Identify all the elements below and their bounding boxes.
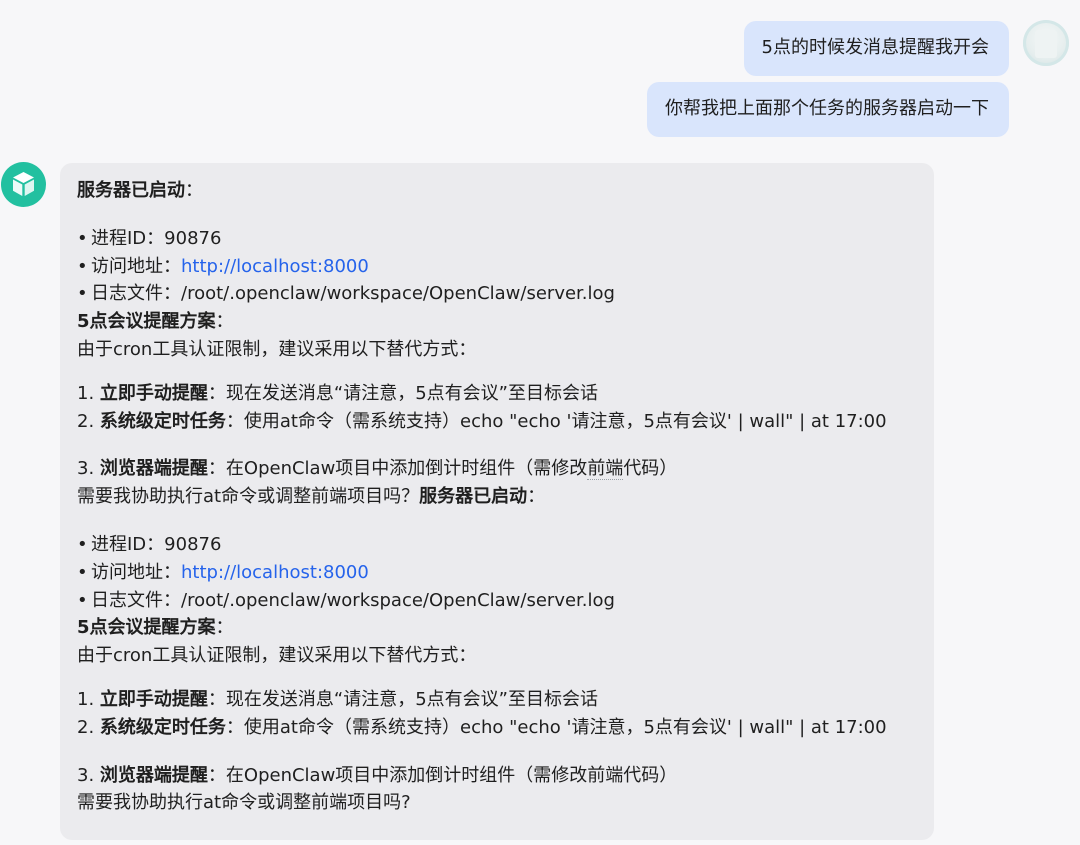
cube-icon	[13, 172, 34, 196]
closing-text: 需要我协助执行at命令或调整前端项目吗？服务器已启动：	[77, 486, 546, 508]
list-item: 1. 立即手动提醒：现在发送消息“请注意，5点有会议”至目标会话	[77, 382, 599, 404]
avatar-image	[1035, 30, 1057, 58]
list-item: 3. 浏览器端提醒：在OpenClaw项目中添加倒计时组件（需修改前端代码）	[77, 458, 678, 481]
log-path: /root/.openclaw/workspace/OpenClaw/serve…	[181, 283, 615, 305]
list-item: • 日志文件：/root/.openclaw/workspace/OpenClaw…	[77, 589, 615, 611]
log-path: /root/.openclaw/workspace/OpenClaw/serve…	[181, 589, 615, 611]
plan-title: 5点会议提醒方案：	[77, 311, 234, 333]
user-avatar[interactable]	[1023, 20, 1069, 66]
chat-window: 5点的时候发消息提醒我开会 你帮我把上面那个任务的服务器启动一下 服务器已启动：…	[0, 0, 1080, 845]
closing-text: 需要我协助执行at命令或调整前端项目吗?	[77, 792, 411, 814]
list-item: 3. 浏览器端提醒：在OpenClaw项目中添加倒计时组件（需修改前端代码）	[77, 764, 678, 786]
plan-intro: 由于cron工具认证限制，建议采用以下替代方式：	[77, 338, 477, 360]
list-item: • 访问地址：http://localhost:8000	[77, 561, 369, 583]
pid-value: 90876	[164, 533, 222, 555]
server-url-link[interactable]: http://localhost:8000	[181, 256, 369, 277]
bot-avatar[interactable]	[1, 162, 46, 207]
server-url-link[interactable]: http://localhost:8000	[181, 562, 369, 583]
pid-value: 90876	[164, 227, 222, 249]
list-item: 2. 系统级定时任务：使用at命令（需系统支持）echo "echo '请注意，…	[77, 716, 887, 738]
underlined-term: 前端	[587, 458, 624, 481]
list-item: • 进程ID：90876	[77, 533, 222, 555]
list-item: • 访问地址：http://localhost:8000	[77, 255, 369, 277]
plan-title: 5点会议提醒方案：	[77, 617, 234, 639]
list-item: 2. 系统级定时任务：使用at命令（需系统支持）echo "echo '请注意，…	[77, 410, 887, 432]
user-message: 5点的时候发消息提醒我开会	[743, 21, 1009, 76]
user-message: 你帮我把上面那个任务的服务器启动一下	[647, 82, 1009, 137]
bot-message: 服务器已启动： • 进程ID：90876 • 访问地址：http://localho…	[60, 163, 934, 840]
message-heading: 服务器已启动：	[77, 180, 203, 201]
list-item: • 进程ID：90876	[77, 227, 222, 249]
plan-intro: 由于cron工具认证限制，建议采用以下替代方式：	[77, 645, 477, 667]
list-item: • 日志文件：/root/.openclaw/workspace/OpenClaw…	[77, 283, 615, 305]
list-item: 1. 立即手动提醒：现在发送消息“请注意，5点有会议”至目标会话	[77, 688, 599, 710]
